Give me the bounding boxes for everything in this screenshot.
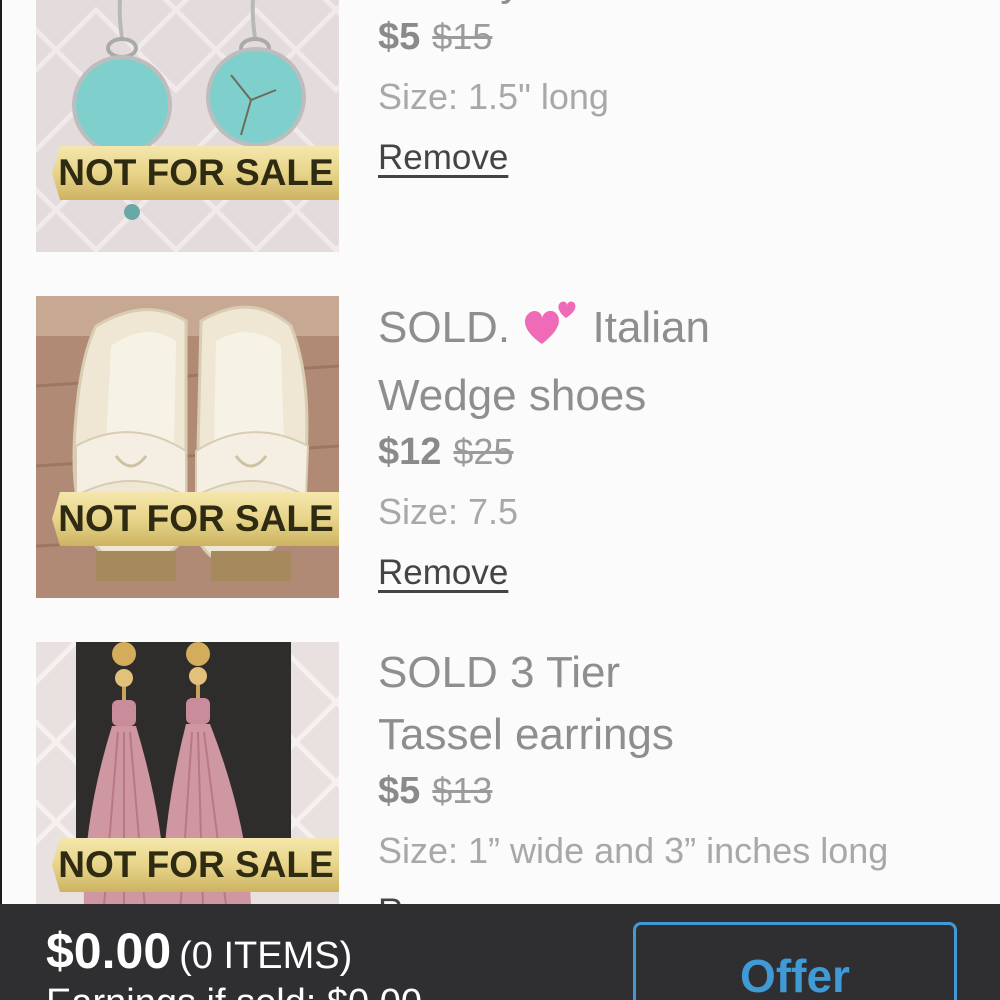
offer-button[interactable]: Offer [633,922,957,1000]
listing-title-line2: Tassel earrings [378,710,674,759]
listing-info: SOLD. Italian Wedge shoes $12 $25 Size: 7… [378,296,1000,593]
price-row: $5 $15 [378,16,1000,68]
listing-thumbnail-turquoise-earrings[interactable]: NOT FOR SALE [36,0,339,252]
tassel-earrings-image [36,642,339,944]
remove-link[interactable]: Remove [378,138,508,178]
not-for-sale-badge: NOT FOR SALE [52,488,339,550]
original-price: $25 [453,431,514,472]
listing-title-line2: and crystals [378,0,1000,12]
listing-size: Size: 1” wide and 3” inches long [378,830,889,871]
listing-thumbnail-wedge-shoes[interactable]: NOT FOR SALE [36,296,339,598]
earnings-text: Earnings if sold: $0.00 [46,982,422,1000]
listing-item[interactable]: NOT FOR SALE SOLD 3 Tier Tassel earrings… [36,642,1000,947]
listing-size: Size: 7.5 [378,491,519,532]
listing-title-line2: Wedge shoes [378,371,647,420]
not-for-sale-badge: NOT FOR SALE [52,142,339,204]
listing-price: $5 [378,770,421,812]
price-row: $5 $13 [378,770,1000,822]
remove-link[interactable]: Remove [378,553,508,593]
listing-thumbnail-tassel-earrings[interactable]: NOT FOR SALE [36,642,339,944]
total-amount: $0.00 [46,923,172,979]
original-price: $13 [432,770,493,811]
listing-price: $12 [378,431,442,473]
bundle-footer: $0.00(0 ITEMS) Earnings if sold: $0.00 O… [0,904,1000,1000]
listing-info: SOLD 3 Tier Tassel earrings $5 $13 Size: … [378,642,1000,932]
two-hearts-icon [522,296,580,365]
not-for-sale-badge: NOT FOR SALE [52,834,339,896]
bundle-total: $0.00 (0 ITEMS) [46,922,352,980]
listing-item[interactable]: NOT FOR SALE SOLD. Italian Wedge shoes $… [36,296,1000,601]
listing-item[interactable]: NOT FOR SALE and crystals $5 $15 Size: 1.… [36,0,1000,255]
listing-price: $5 [378,16,421,58]
listing-title: SOLD. Italian [378,296,1000,365]
screen-edge [0,0,2,1000]
item-count: (0 ITEMS) [179,935,353,977]
turquoise-earrings-image [36,0,339,252]
wedge-shoes-image [36,296,339,598]
original-price: $15 [432,16,493,57]
price-row: $12 $25 [378,431,1000,483]
listing-info: and crystals $5 $15 Size: 1.5" long Remov… [378,0,1000,178]
listing-title: SOLD 3 Tier [378,648,621,697]
listing-size: Size: 1.5" long [378,76,609,117]
